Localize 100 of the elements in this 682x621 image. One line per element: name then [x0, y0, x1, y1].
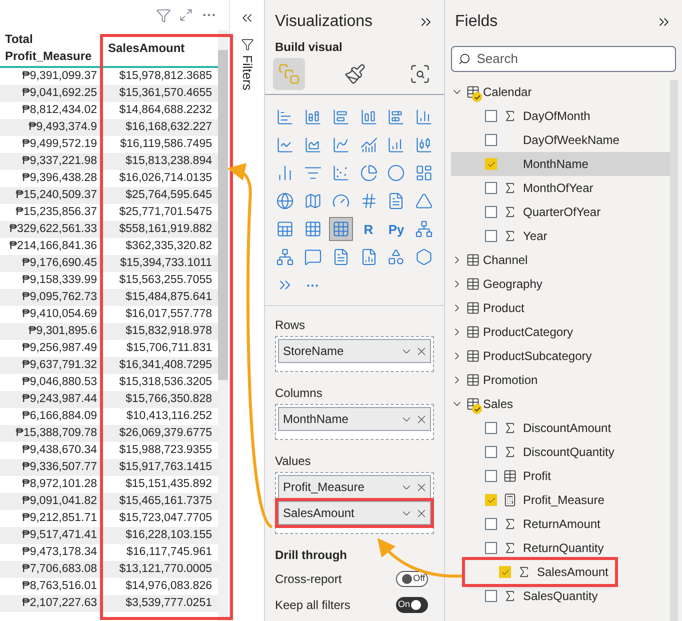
table-cell-text: ₱9,438,670.34 — [21, 443, 98, 458]
search-icon — [458, 52, 471, 66]
table-icon — [466, 373, 480, 387]
checkbox[interactable] — [499, 566, 511, 578]
table-cell-text: $14,864,688.2232 — [118, 103, 213, 118]
table-node[interactable]: Promotion — [451, 368, 670, 392]
table-cell-text: $16,117,745.961 — [126, 545, 213, 560]
table-cell-text: $15,361,570.4655 — [118, 86, 213, 101]
matrix-icon[interactable] — [328, 217, 353, 241]
pane-title: Fields — [455, 12, 498, 32]
table-node[interactable]: Sales — [451, 392, 670, 416]
checkbox[interactable] — [485, 230, 497, 242]
table-cell-text: ₱9,212,851.71 — [21, 511, 98, 526]
filter-icon[interactable] — [240, 38, 254, 51]
sigma-icon — [517, 565, 531, 579]
scrollbar[interactable] — [670, 80, 678, 621]
field-item[interactable]: DayOfMonth — [451, 104, 670, 128]
field-item[interactable]: Year — [451, 224, 670, 248]
checkbox[interactable] — [485, 590, 497, 602]
checkbox[interactable] — [485, 134, 497, 146]
table-icon — [466, 397, 480, 411]
table-cell-text: ₱9,158,339.99 — [21, 273, 98, 288]
table-cell-text: $16,026,714.0135 — [118, 171, 213, 186]
field-item[interactable]: SalesQuantity — [451, 584, 670, 608]
field-item[interactable]: ReturnAmount — [451, 512, 670, 536]
checkbox[interactable] — [485, 518, 497, 530]
table-cell-text: ₱9,396,438.28 — [21, 171, 98, 186]
table-node[interactable]: Geography — [451, 272, 670, 296]
checkbox[interactable] — [485, 182, 497, 194]
column-header[interactable]: Total Profit_Measure — [0, 30, 100, 66]
field-item[interactable]: DiscountQuantity — [451, 440, 670, 464]
table-cell-text: ₱9,517,471.41 — [21, 528, 98, 543]
field-item[interactable]: MonthName — [451, 152, 670, 176]
table-cell-text: ₱329,622,561.33 — [8, 222, 98, 237]
toggle-switch[interactable]: On — [396, 597, 428, 613]
field-well[interactable]: Profit_Measure SalesAmount — [275, 472, 434, 534]
field-item[interactable]: QuarterOfYear — [451, 200, 670, 224]
field-item[interactable]: MonthOfYear — [451, 176, 670, 200]
table-cell-text: $15,813,238.894 — [124, 154, 213, 169]
table-cell-text: ₱9,095,762.73 — [21, 290, 98, 305]
checkbox[interactable] — [485, 206, 497, 218]
checkbox[interactable] — [485, 446, 497, 458]
filters-pane-label[interactable]: Filters — [237, 55, 257, 90]
field-item[interactable]: DiscountAmount — [451, 416, 670, 440]
scrollbar[interactable] — [218, 30, 228, 621]
field-chip[interactable]: Profit_Measure — [278, 475, 431, 499]
field-item[interactable]: DayOfWeekName — [451, 128, 670, 152]
table-cell-text: ₱9,410,054.69 — [21, 307, 98, 322]
toggle-label: Keep all filters — [275, 597, 350, 614]
checkbox[interactable] — [485, 470, 497, 482]
analytics-icon — [409, 63, 431, 85]
field-item[interactable]: SalesAmount — [465, 560, 615, 584]
table-cell-text: $16,228,103.155 — [124, 528, 213, 543]
field-item[interactable]: ReturnQuantity — [451, 536, 670, 560]
checkbox[interactable] — [485, 110, 497, 122]
table-cell-text: ₱6,166,884.09 — [21, 409, 98, 424]
check-icon — [500, 568, 510, 576]
checkbox[interactable] — [485, 158, 497, 170]
checkbox[interactable] — [485, 494, 497, 506]
table-node[interactable]: Channel — [451, 248, 670, 272]
table-node[interactable]: ProductCategory — [451, 320, 670, 344]
table-cell-text: ₱7,706,683.08 — [21, 562, 98, 577]
sigma-icon — [503, 589, 517, 603]
table-node[interactable]: Product — [451, 296, 670, 320]
table-icon — [466, 301, 480, 315]
field-chip[interactable]: MonthName — [278, 407, 431, 431]
table-cell-text: $15,484,875.641 — [124, 290, 213, 305]
search-field[interactable]: Search — [451, 46, 676, 72]
table-cell-text: ₱9,243,987.44 — [21, 392, 98, 407]
table-cell-text: ₱9,391,099.37 — [21, 69, 98, 84]
checkbox[interactable] — [485, 422, 497, 434]
table-cell-text: $15,988,723.9355 — [118, 443, 213, 458]
table-icon — [466, 253, 480, 267]
search-input[interactable]: Search — [476, 49, 669, 69]
table-node[interactable]: ProductSubcategory — [451, 344, 670, 368]
scrollbar-thumb[interactable] — [218, 50, 228, 380]
table-node[interactable]: Calendar — [451, 80, 670, 104]
sigma-icon — [503, 205, 517, 219]
field-well[interactable]: MonthName — [275, 404, 434, 440]
column-header[interactable]: SalesAmount — [100, 30, 218, 66]
field-item[interactable]: Profit_Measure — [451, 488, 670, 512]
well-label: Columns — [275, 385, 324, 402]
table-cell-text: ₱8,972,101.28 — [21, 477, 98, 492]
sigma-icon — [503, 445, 517, 459]
field-chip[interactable]: SalesAmount — [278, 501, 431, 525]
table-cell-text: ₱9,499,572.19 — [21, 137, 98, 152]
table-cell-text: $15,978,812.3685 — [118, 69, 213, 84]
table-cell-text: ₱9,256,987.49 — [21, 341, 98, 356]
table-cell-text: $25,764,595.645 — [124, 188, 213, 203]
table-cell-text: $16,119,586.7495 — [119, 137, 213, 152]
field-item[interactable]: Profit — [451, 464, 670, 488]
table-cell-text: ₱9,176,690.45 — [21, 256, 98, 271]
toggle-switch[interactable]: Off — [396, 571, 428, 587]
table-cell-text: $10,413,116.252 — [126, 409, 213, 424]
table-cell-text: ₱9,046,880.53 — [21, 375, 98, 390]
table-cell-text: $16,168,632.227 — [124, 120, 213, 135]
field-well[interactable]: StoreName — [275, 336, 434, 372]
checkbox[interactable] — [485, 542, 497, 554]
field-chip[interactable]: StoreName — [278, 339, 431, 363]
focus-mode-icon[interactable] — [179, 8, 193, 22]
